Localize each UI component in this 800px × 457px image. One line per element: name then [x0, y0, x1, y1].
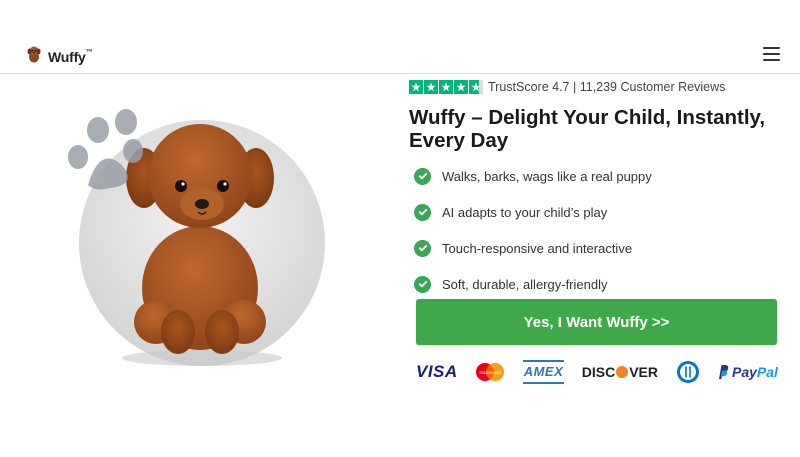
plush-puppy-toy — [68, 109, 325, 366]
paypal-logo: PayPal — [717, 360, 778, 384]
diners-club-icon — [676, 360, 700, 384]
check-circle-icon — [414, 239, 431, 257]
logo-text: Wuffy™ — [48, 48, 93, 65]
hero-image — [60, 100, 340, 380]
star-icon — [409, 80, 423, 94]
list-item: Soft, durable, allergy-friendly — [414, 266, 652, 302]
page-title: Wuffy – Delight Your Child, Instantly, E… — [409, 106, 766, 152]
amex-logo: AMEX — [522, 360, 565, 384]
feature-label: Touch-responsive and interactive — [442, 240, 633, 256]
site-header: Wuffy™ — [0, 40, 800, 74]
mastercard-logo: mastercard — [475, 360, 505, 384]
check-circle-icon — [414, 203, 431, 221]
logo[interactable]: Wuffy™ — [26, 45, 93, 68]
trustscore-rating[interactable]: TrustScore 4.7 | 11,239 Customer Reviews — [409, 80, 725, 94]
star-icon — [454, 80, 468, 94]
puppy-icon — [26, 45, 42, 68]
visa-logo: VISA — [416, 362, 458, 381]
buy-now-button[interactable]: Yes, I Want Wuffy >> — [416, 299, 777, 345]
list-item: Touch-responsive and interactive — [414, 230, 652, 266]
discover-logo: DISC VER — [581, 364, 658, 380]
trustscore-text: TrustScore 4.7 | 11,239 Customer Reviews — [488, 80, 726, 94]
hamburger-menu-icon[interactable] — [763, 47, 780, 61]
star-icon — [439, 80, 453, 94]
list-item: AI adapts to your child’s play — [414, 194, 652, 230]
paypal-icon — [719, 365, 729, 379]
feature-list: Walks, barks, wags like a real puppy AI … — [414, 158, 652, 302]
check-circle-icon — [414, 167, 431, 185]
feature-label: Soft, durable, allergy-friendly — [442, 276, 608, 292]
list-item: Walks, barks, wags like a real puppy — [414, 158, 652, 194]
star-icon — [424, 80, 438, 94]
star-half-icon — [469, 80, 483, 94]
rating-stars — [409, 80, 483, 94]
trademark-mark: ™ — [85, 48, 93, 56]
payment-methods: VISA mastercard AMEX DISC VER PayPal — [416, 360, 778, 384]
check-circle-icon — [414, 275, 431, 293]
svg-text:mastercard: mastercard — [480, 370, 502, 375]
feature-label: Walks, barks, wags like a real puppy — [442, 168, 652, 184]
feature-label: AI adapts to your child’s play — [442, 204, 608, 220]
